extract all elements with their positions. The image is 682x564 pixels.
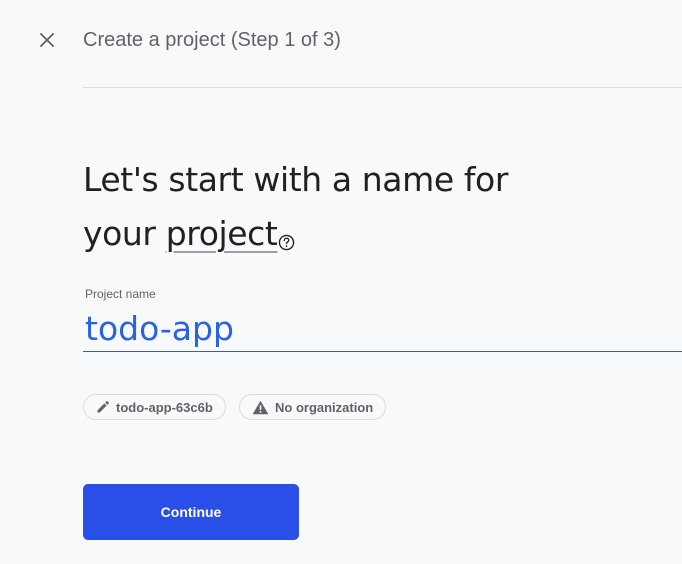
header-divider bbox=[83, 87, 682, 88]
close-icon bbox=[40, 33, 54, 47]
project-name-label: Project name bbox=[85, 287, 156, 301]
project-id-chip[interactable]: todo-app-63c6b bbox=[83, 394, 226, 420]
headline-prefix: your bbox=[83, 214, 166, 253]
page-headline: Let's start with a name for your project bbox=[83, 153, 603, 267]
pencil-icon bbox=[96, 400, 110, 414]
close-button[interactable] bbox=[33, 26, 61, 54]
headline-line-1: Let's start with a name for bbox=[83, 160, 509, 199]
help-circle-icon[interactable] bbox=[278, 213, 295, 267]
warning-icon bbox=[252, 400, 269, 415]
step-title: Create a project (Step 1 of 3) bbox=[83, 29, 341, 51]
project-id-text: todo-app-63c6b bbox=[116, 399, 213, 415]
continue-button[interactable]: Continue bbox=[83, 484, 299, 540]
headline-line-2: your project bbox=[83, 207, 603, 267]
project-name-input[interactable] bbox=[83, 306, 682, 352]
project-term-link[interactable]: project bbox=[166, 214, 278, 253]
organization-text: No organization bbox=[275, 399, 374, 415]
organization-chip[interactable]: No organization bbox=[239, 394, 387, 420]
